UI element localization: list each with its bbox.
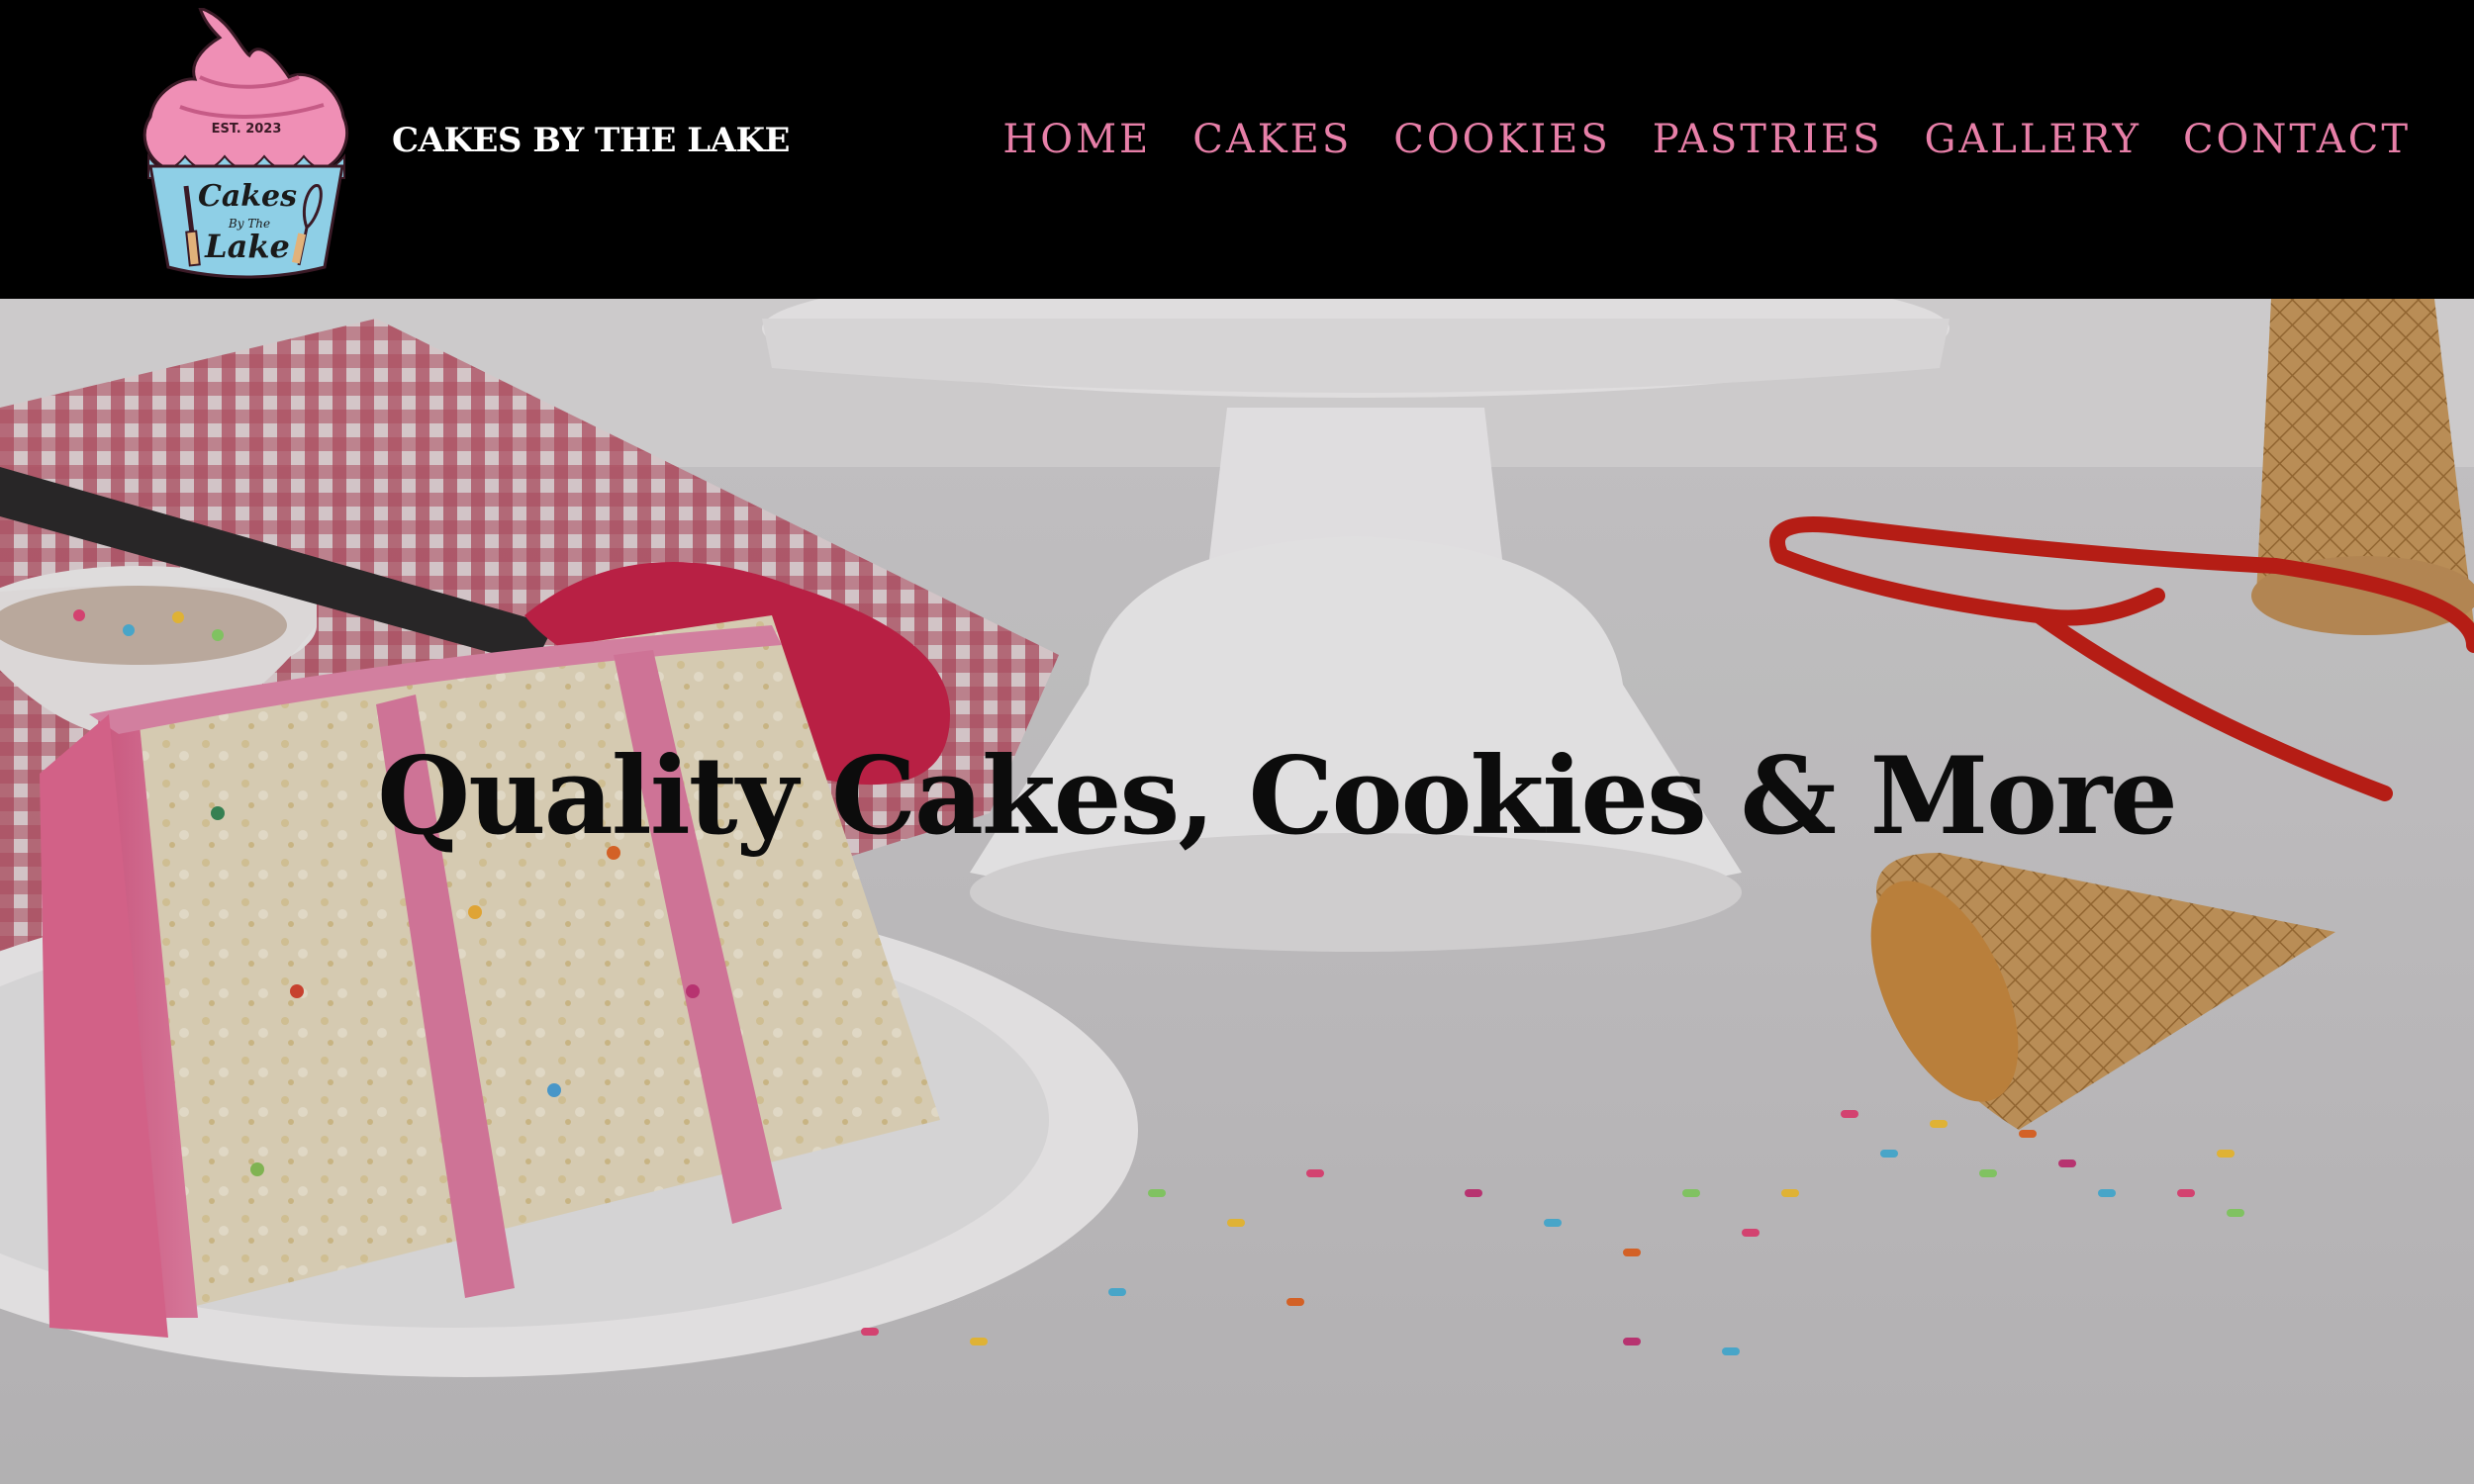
nav-cookies[interactable]: COOKIES — [1393, 117, 1610, 162]
nav-gallery[interactable]: GALLERY — [1924, 117, 2141, 162]
nav-pastries[interactable]: PASTRIES — [1653, 117, 1883, 162]
logo-est-text: EST. 2023 — [212, 122, 282, 137]
logo-lake-text: Lake — [204, 228, 290, 265]
main-nav: HOME CAKES COOKIES PASTRIES GALLERY CONT… — [961, 117, 2411, 162]
brand-name[interactable]: CAKES BY THE LAKE — [392, 121, 790, 160]
hero-title: Quality Cakes, Cookies & More — [377, 734, 2178, 859]
logo-cakes-text: Cakes — [198, 179, 297, 214]
nav-home[interactable]: HOME — [1002, 117, 1151, 162]
nav-cakes[interactable]: CAKES — [1192, 117, 1352, 162]
cupcake-logo-icon[interactable]: EST. 2023 Cakes By The Lake — [141, 8, 352, 281]
site-header: EST. 2023 Cakes By The Lake CAKES BY THE… — [0, 0, 2474, 299]
nav-contact[interactable]: CONTACT — [2183, 117, 2411, 162]
hero-background-image — [0, 299, 2474, 1484]
hero-section: Quality Cakes, Cookies & More — [0, 299, 2474, 1484]
